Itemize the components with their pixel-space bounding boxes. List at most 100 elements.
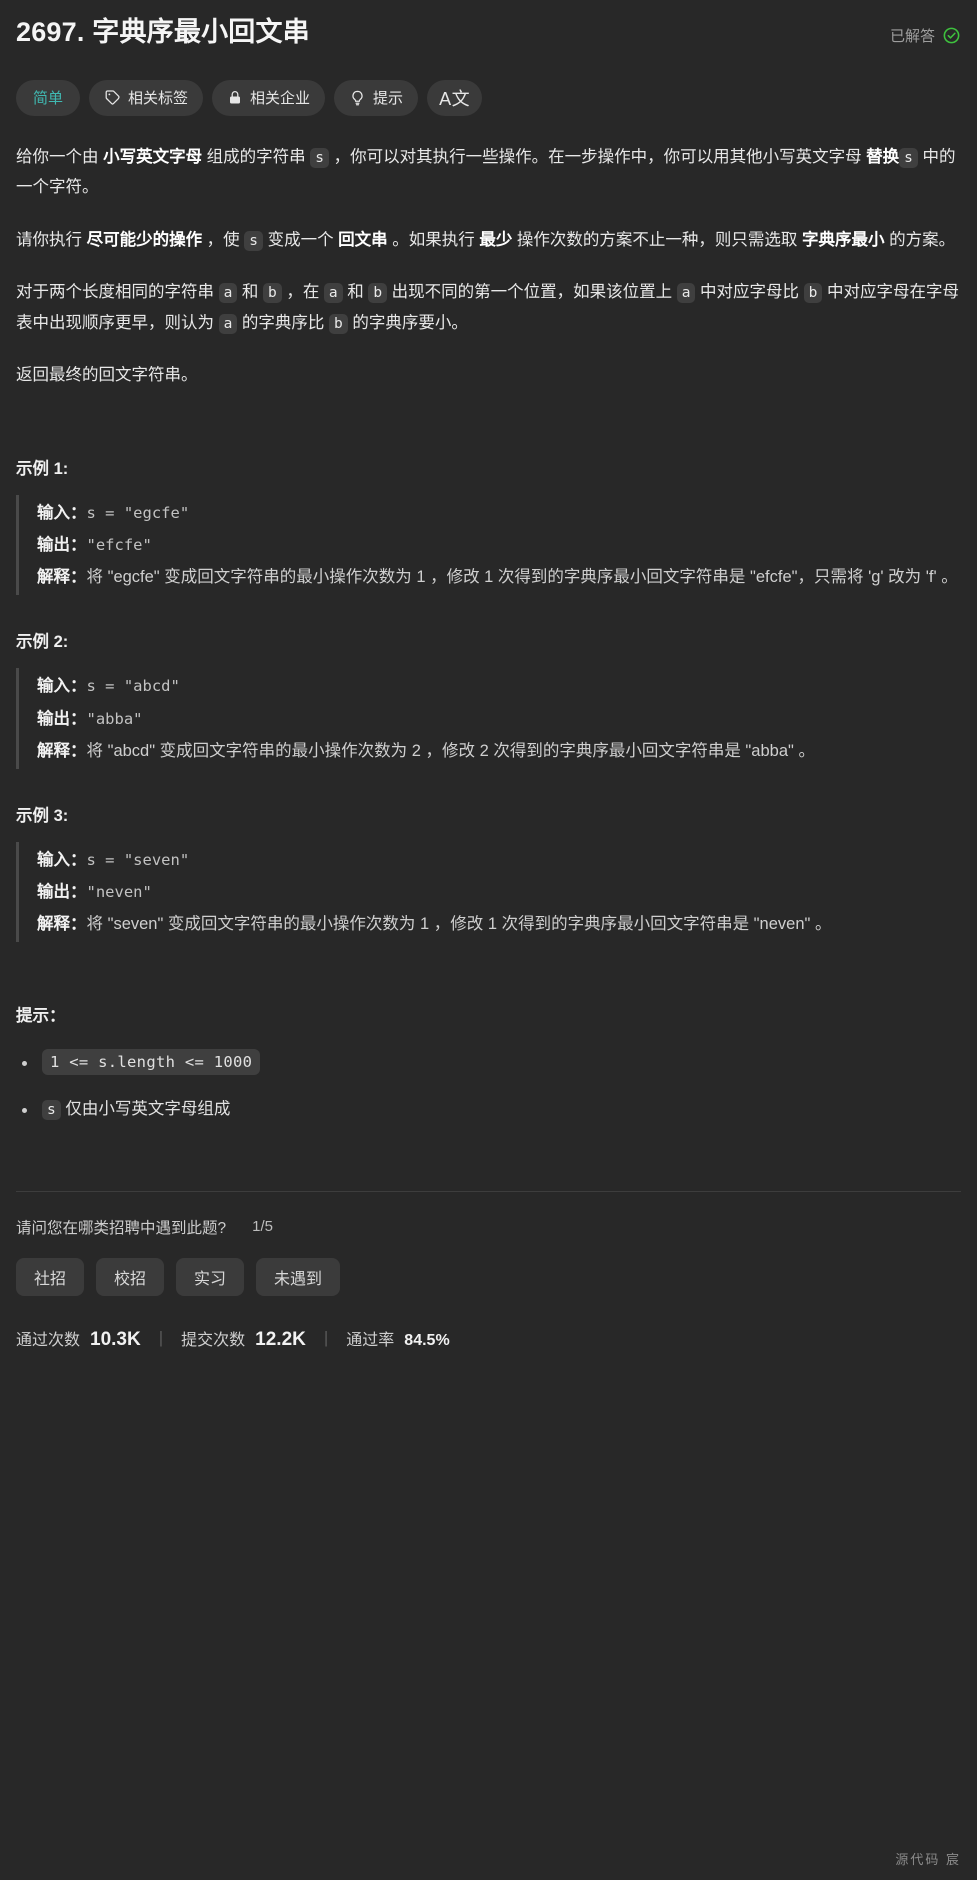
example-output-line: 输出："efcfe" (37, 529, 961, 561)
example-explain-line: 解释：将 "egcfe" 变成回文字符串的最小操作次数为 1 ，修改 1 次得到… (37, 561, 961, 593)
output-value: "neven" (86, 883, 152, 902)
stat-rate-label: 通过率 (346, 1332, 395, 1350)
constraint-code-length: 1 <= s.length <= 1000 (42, 1049, 261, 1076)
hints-label: 提示 (373, 90, 404, 108)
example-title: 示例 3: (16, 806, 69, 825)
list-item: 1 <= s.length <= 1000 (16, 1048, 961, 1078)
description-paragraph-3: 对于两个长度相同的字符串 a 和 b ，在 a 和 b 出现不同的第一个位置，如… (16, 277, 961, 338)
tag-toolbar: 简单 相关标签 相关企业 提示 A文 (16, 79, 961, 116)
explain-label: 解释： (37, 915, 87, 934)
explain-value: 将 "egcfe" 变成回文字符串的最小操作次数为 1 ，修改 1 次得到的字典… (86, 568, 958, 587)
examples-section: 示例 1: 输入：s = "egcfe" 输出："efcfe" 解释：将 "eg… (16, 455, 961, 943)
desc-p3-part-i: 的字典序要小。 (347, 313, 468, 332)
tag-icon (104, 89, 121, 106)
example-body: 输入：s = "seven" 输出："neven" 解释：将 "seven" 变… (16, 841, 961, 943)
translate-button[interactable]: A文 (427, 79, 483, 116)
example-explain-line: 解释：将 "abcd" 变成回文字符串的最小操作次数为 2 ，修改 2 次得到的… (37, 735, 961, 767)
desc-p1-part-a: 给你一个由 (16, 147, 104, 166)
desc-p2-part-f: 。如果执行 (387, 230, 480, 249)
input-value: s = "egcfe" (86, 503, 190, 522)
inline-code-a: a (323, 283, 343, 304)
example-title: 示例 2: (16, 633, 69, 652)
input-label: 输入： (37, 850, 87, 869)
constraint-code-s: s (42, 1100, 61, 1121)
desc-p3-part-e: 出现不同的第一个位置，如果该位置上 (387, 283, 677, 302)
desc-p2-part-h: 操作次数的方案不止一种，则只需选取 (512, 230, 803, 249)
survey-option-campus-recruit[interactable]: 校招 (96, 1257, 165, 1296)
page-title: 2697. 字典序最小回文串 (16, 17, 310, 47)
stat-submissions[interactable]: 提交次数 12.2K (181, 1326, 306, 1351)
stats-footer: 通过次数 10.3K | 提交次数 12.2K | 通过率 84.5% (16, 1326, 961, 1351)
survey-option-social-recruit[interactable]: 社招 (16, 1257, 85, 1296)
desc-p2-strong-lexsmallest: 字典序最小 (802, 230, 885, 249)
status-badge: 已解答 (890, 25, 961, 46)
inline-code-a: a (218, 313, 238, 334)
desc-p2-part-c: ，使 (202, 230, 245, 249)
related-companies-button[interactable]: 相关企业 (212, 79, 326, 116)
stat-acceptance-rate[interactable]: 通过率 84.5% (346, 1326, 449, 1350)
example-3: 示例 3: 输入：s = "seven" 输出："neven" 解释：将 "se… (16, 802, 961, 943)
desc-p1-part-c: 组成的字符串 (202, 147, 311, 166)
survey-option-not-encountered[interactable]: 未遇到 (256, 1257, 341, 1296)
example-input-line: 输入：s = "abcd" (37, 670, 961, 702)
section-divider (16, 1190, 961, 1192)
stat-accepted-value: 10.3K (90, 1328, 141, 1350)
problem-description: 给你一个由 小写英文字母 组成的字符串 s ，你可以对其执行一些操作。在一步操作… (16, 142, 961, 391)
input-label: 输入： (37, 503, 87, 522)
status-badge-label: 已解答 (889, 28, 935, 45)
example-output-line: 输出："abba" (37, 703, 961, 735)
survey-option-internship[interactable]: 实习 (176, 1257, 245, 1296)
survey-question-row: 请问您在哪类招聘中遇到此题? 1/5 (16, 1216, 961, 1238)
check-circle-icon (942, 26, 961, 45)
related-tags-label: 相关标签 (128, 90, 189, 108)
inline-code-s: s (310, 147, 329, 168)
output-label: 输出： (37, 709, 87, 728)
related-tags-button[interactable]: 相关标签 (89, 79, 204, 116)
lightbulb-icon (349, 89, 366, 107)
hints-button[interactable]: 提示 (334, 79, 419, 116)
example-output-line: 输出："neven" (37, 876, 961, 908)
related-companies-label: 相关企业 (250, 90, 311, 108)
desc-p3-part-h: 的字典序比 (237, 313, 329, 332)
input-label: 输入： (37, 677, 87, 696)
output-value: "efcfe" (86, 536, 152, 555)
difficulty-badge[interactable]: 简单 (16, 79, 81, 116)
stat-accepted[interactable]: 通过次数 10.3K (16, 1326, 141, 1351)
desc-p1-strong-replace: 替换 (866, 147, 900, 166)
stat-rate-value: 84.5% (404, 1332, 450, 1350)
example-input-line: 输入：s = "seven" (37, 844, 961, 876)
inline-code-b: b (263, 283, 282, 304)
desc-p3-part-b: 和 (237, 283, 263, 302)
difficulty-label: 简单 (33, 90, 64, 108)
stat-separator: | (158, 1328, 164, 1348)
explain-label: 解释： (37, 741, 87, 760)
inline-code-a: a (218, 283, 238, 304)
explain-value: 将 "abcd" 变成回文字符串的最小操作次数为 2 ，修改 2 次得到的字典序… (86, 741, 815, 760)
desc-p3-part-d: 和 (342, 283, 369, 302)
problem-header: 2697. 字典序最小回文串 已解答 (16, 14, 961, 50)
survey-section: 请问您在哪类招聘中遇到此题? 1/5 社招 校招 实习 未遇到 (16, 1216, 961, 1296)
stat-separator: | (323, 1328, 329, 1348)
example-body: 输入：s = "abcd" 输出："abba" 解释：将 "abcd" 变成回文… (16, 668, 961, 769)
watermark: 源代码 宸 (895, 1852, 961, 1867)
constraints-section: 提示： 1 <= s.length <= 1000 s 仅由小写英文字母组成 (16, 1002, 961, 1124)
input-value: s = "seven" (86, 850, 190, 869)
inline-code-b: b (368, 283, 388, 304)
example-2: 示例 2: 输入：s = "abcd" 输出："abba" 解释：将 "abcd… (16, 628, 961, 769)
desc-p2-part-j: 的方案。 (884, 230, 956, 249)
example-title: 示例 1: (16, 459, 69, 478)
constraint-text: 仅由小写英文字母组成 (60, 1100, 231, 1119)
stat-submissions-value: 12.2K (255, 1328, 306, 1350)
desc-p2-strong-palindrome: 回文串 (338, 230, 388, 249)
desc-p2-part-a: 请你执行 (16, 230, 87, 249)
constraints-title: 提示： (16, 1007, 66, 1026)
desc-p1-strong-lowercase: 小写英文字母 (103, 147, 203, 166)
output-label: 输出： (37, 536, 87, 555)
translate-icon: A文 (439, 88, 471, 109)
example-body: 输入：s = "egcfe" 输出："efcfe" 解释：将 "egcfe" 变… (16, 494, 961, 596)
description-paragraph-2: 请你执行 尽可能少的操作 ，使 s 变成一个 回文串 。如果执行 最少 操作次数… (16, 225, 961, 256)
desc-p2-part-d: 变成一个 (263, 230, 339, 249)
inline-code-b: b (329, 313, 348, 334)
survey-counter: 1/5 (252, 1218, 273, 1236)
survey-question: 请问您在哪类招聘中遇到此题? (16, 1219, 227, 1237)
